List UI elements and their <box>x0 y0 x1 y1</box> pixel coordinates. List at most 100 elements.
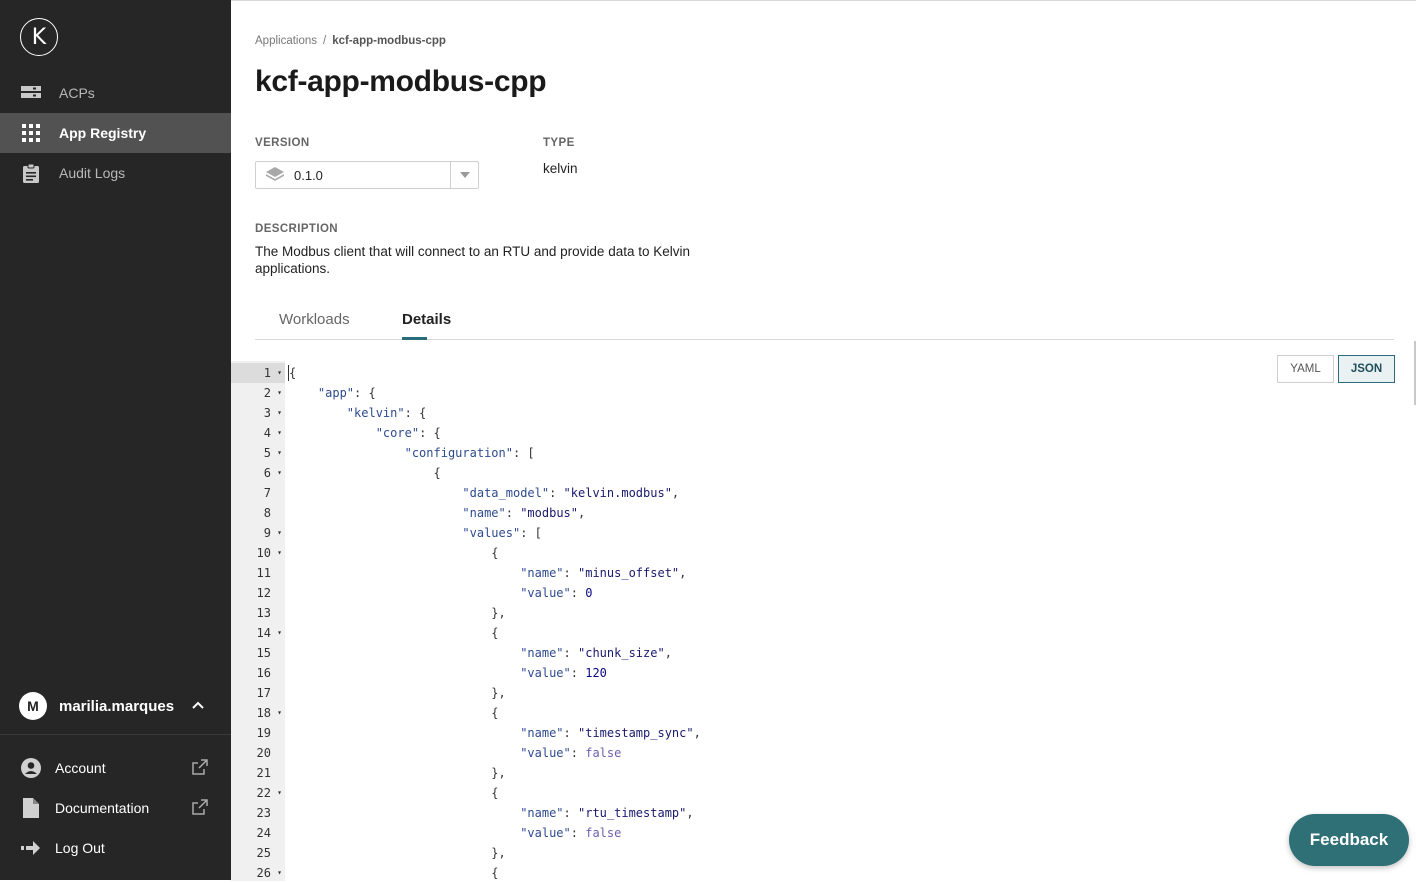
code-token: { <box>491 546 499 560</box>
fold-arrow-icon[interactable]: ▾ <box>277 363 282 383</box>
code-token: "name" <box>520 806 564 820</box>
code-token: "value" <box>520 666 571 680</box>
code-token: }, <box>491 846 506 860</box>
line-number: 4 ▾ <box>231 423 285 443</box>
code-line: { <box>289 463 701 483</box>
active-tab-indicator <box>402 337 427 340</box>
code-token: , <box>664 646 672 660</box>
fold-arrow-icon[interactable]: ▾ <box>277 863 282 883</box>
type-value: kelvin <box>543 161 578 176</box>
code-line: { <box>289 703 701 723</box>
code-token: , <box>671 486 680 500</box>
text-cursor <box>288 365 289 381</box>
feedback-button[interactable]: Feedback <box>1289 814 1409 866</box>
fold-arrow-icon[interactable]: ▾ <box>277 543 282 563</box>
dropdown-arrow-icon <box>450 162 478 188</box>
sidebar-item-acps[interactable]: ACPs <box>0 73 231 113</box>
line-number: 7 <box>231 483 285 503</box>
code-token: : <box>570 826 586 840</box>
code-line: "value": 120 <box>289 663 701 683</box>
grid-icon <box>21 123 41 143</box>
line-number: 9 ▾ <box>231 523 285 543</box>
main-content: Applications / kcf-app-modbus-cpp kcf-app-… <box>231 0 1416 881</box>
user-menu-toggle[interactable]: M marilia.marques <box>0 686 231 726</box>
line-number-text: 5 <box>263 446 271 460</box>
sidebar-item-audit-logs[interactable]: Audit Logs <box>0 153 231 193</box>
breadcrumb-current: kcf-app-modbus-cpp <box>332 35 446 47</box>
line-number-text: 13 <box>256 606 271 620</box>
description-text: The Modbus client that will connect to a… <box>255 244 690 276</box>
line-number: 15 <box>231 643 285 663</box>
line-number: 3 ▾ <box>231 403 285 423</box>
username: marilia.marques <box>59 697 175 715</box>
code-line: "value": 0 <box>289 583 701 603</box>
line-number: 8 <box>231 503 285 523</box>
line-number-text: 10 <box>256 546 271 560</box>
code-token: : <box>570 746 586 760</box>
logout-link[interactable]: Log Out <box>0 833 231 863</box>
code-line: "core": { <box>289 423 701 443</box>
line-number-text: 2 <box>263 386 271 400</box>
tab-bar: Workloads Details <box>255 303 1394 340</box>
fold-arrow-icon[interactable]: ▾ <box>277 623 282 643</box>
line-number-text: 22 <box>256 786 271 800</box>
line-number-text: 14 <box>256 626 271 640</box>
line-number: 23 <box>231 803 285 823</box>
line-number: 17 <box>231 683 285 703</box>
tab-workloads[interactable]: Workloads <box>279 311 350 328</box>
line-number-text: 19 <box>256 726 271 740</box>
tab-details[interactable]: Details <box>402 311 451 328</box>
code-token: "timestamp_sync" <box>578 726 694 740</box>
documentation-link[interactable]: Documentation <box>0 793 231 823</box>
code-line: "name": "timestamp_sync", <box>289 723 701 743</box>
line-number-text: 12 <box>256 586 271 600</box>
line-number-text: 26 <box>256 866 271 880</box>
avatar: M <box>19 692 47 720</box>
fold-arrow-icon[interactable]: ▾ <box>277 783 282 803</box>
breadcrumb-applications-link[interactable]: Applications <box>255 35 317 47</box>
code-line: "data_model": "kelvin.modbus", <box>289 483 701 503</box>
json-toggle-button[interactable]: JSON <box>1338 355 1395 383</box>
fold-arrow-icon[interactable]: ▾ <box>277 443 282 463</box>
sidebar-item-label: Audit Logs <box>59 165 126 181</box>
line-number: 16 <box>231 663 285 683</box>
line-number: 19 <box>231 723 285 743</box>
code-token: "configuration" <box>404 446 513 460</box>
code-token: "values" <box>462 526 521 540</box>
code-token: false <box>585 746 622 760</box>
code-token: { <box>491 706 499 720</box>
version-select[interactable]: 0.1.0 <box>255 161 479 189</box>
code-line: }, <box>289 763 701 783</box>
fold-arrow-icon[interactable]: ▾ <box>277 423 282 443</box>
line-number: 24 <box>231 823 285 843</box>
yaml-toggle-button[interactable]: YAML <box>1277 355 1334 383</box>
kelvin-logo[interactable]: K <box>20 18 58 56</box>
code-token: "data_model" <box>462 486 550 500</box>
line-number-text: 24 <box>256 826 271 840</box>
line-number-text: 25 <box>256 846 271 860</box>
code-line: "kelvin": { <box>289 403 701 423</box>
fold-arrow-icon[interactable]: ▾ <box>277 523 282 543</box>
code-token: : <box>563 726 578 740</box>
code-token: : [ <box>512 446 535 460</box>
clipboard-icon <box>21 163 41 183</box>
logout-label: Log Out <box>55 840 105 856</box>
code-token: }, <box>491 606 506 620</box>
code-editor[interactable]: 1 ▾ 2 ▾ 3 ▾ 4 ▾ 5 ▾ 6 ▾ 7 8 9 ▾ 10 ▾ 11 12 13 14 ▾ 15 16 17 18 ▾ 19 2… <box>231 361 1416 881</box>
code-token: , <box>578 506 586 520</box>
sidebar-item-app-registry[interactable]: App Registry <box>0 113 231 153</box>
fold-arrow-icon[interactable]: ▾ <box>277 403 282 423</box>
fold-arrow-icon[interactable]: ▾ <box>277 463 282 483</box>
document-icon <box>21 798 41 818</box>
code-content[interactable]: { "app": { "kelvin": { "core": { "config… <box>289 363 701 883</box>
code-token: "modbus" <box>520 506 578 520</box>
code-token: : <box>505 506 521 520</box>
fold-arrow-icon[interactable]: ▾ <box>277 383 282 403</box>
code-line: }, <box>289 603 701 623</box>
version-value: 0.1.0 <box>294 168 323 183</box>
code-token: : <box>563 566 578 580</box>
account-link[interactable]: Account <box>0 753 231 783</box>
external-link-icon <box>192 758 208 778</box>
line-number: 10 ▾ <box>231 543 285 563</box>
fold-arrow-icon[interactable]: ▾ <box>277 703 282 723</box>
